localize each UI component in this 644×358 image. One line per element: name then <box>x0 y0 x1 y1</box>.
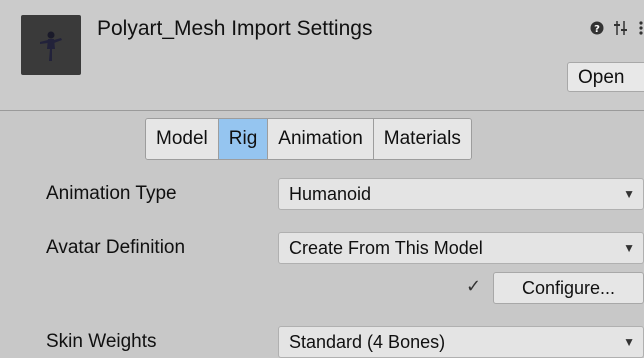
tab-model[interactable]: Model <box>146 119 219 159</box>
model-thumbnail <box>21 15 81 75</box>
character-preview-icon <box>40 31 62 61</box>
open-button[interactable]: Open <box>567 62 644 92</box>
animation-type-value: Humanoid <box>289 184 372 204</box>
tab-animation[interactable]: Animation <box>268 119 374 159</box>
avatar-definition-dropdown[interactable]: Create From This Model ▼ <box>278 232 644 264</box>
avatar-definition-value: Create From This Model <box>289 238 483 258</box>
more-options-icon[interactable] <box>638 20 644 36</box>
svg-text:?: ? <box>594 24 600 35</box>
tab-rig[interactable]: Rig <box>218 119 269 159</box>
checkmark-icon: ✓ <box>466 276 482 296</box>
help-icon[interactable]: ? <box>590 20 604 36</box>
animation-type-label: Animation Type <box>46 183 177 204</box>
dropdown-arrow-icon: ▼ <box>623 187 635 201</box>
import-settings-header: Polyart_Mesh Import Settings ? Open <box>0 0 644 111</box>
skin-weights-value: Standard (4 Bones) <box>289 332 446 352</box>
animation-type-dropdown[interactable]: Humanoid ▼ <box>278 178 644 210</box>
header-title: Polyart_Mesh Import Settings <box>97 17 373 40</box>
avatar-definition-label: Avatar Definition <box>46 237 186 258</box>
dropdown-arrow-icon: ▼ <box>623 335 635 349</box>
configure-button[interactable]: Configure... <box>493 272 644 304</box>
skin-weights-label: Skin Weights <box>46 331 157 352</box>
skin-weights-dropdown[interactable]: Standard (4 Bones) ▼ <box>278 326 644 358</box>
import-tabs: Model Rig Animation Materials <box>145 118 472 160</box>
header-icons: ? <box>590 20 644 36</box>
tab-materials[interactable]: Materials <box>373 119 471 159</box>
dropdown-arrow-icon: ▼ <box>623 241 635 255</box>
preset-sliders-icon[interactable] <box>614 20 628 36</box>
